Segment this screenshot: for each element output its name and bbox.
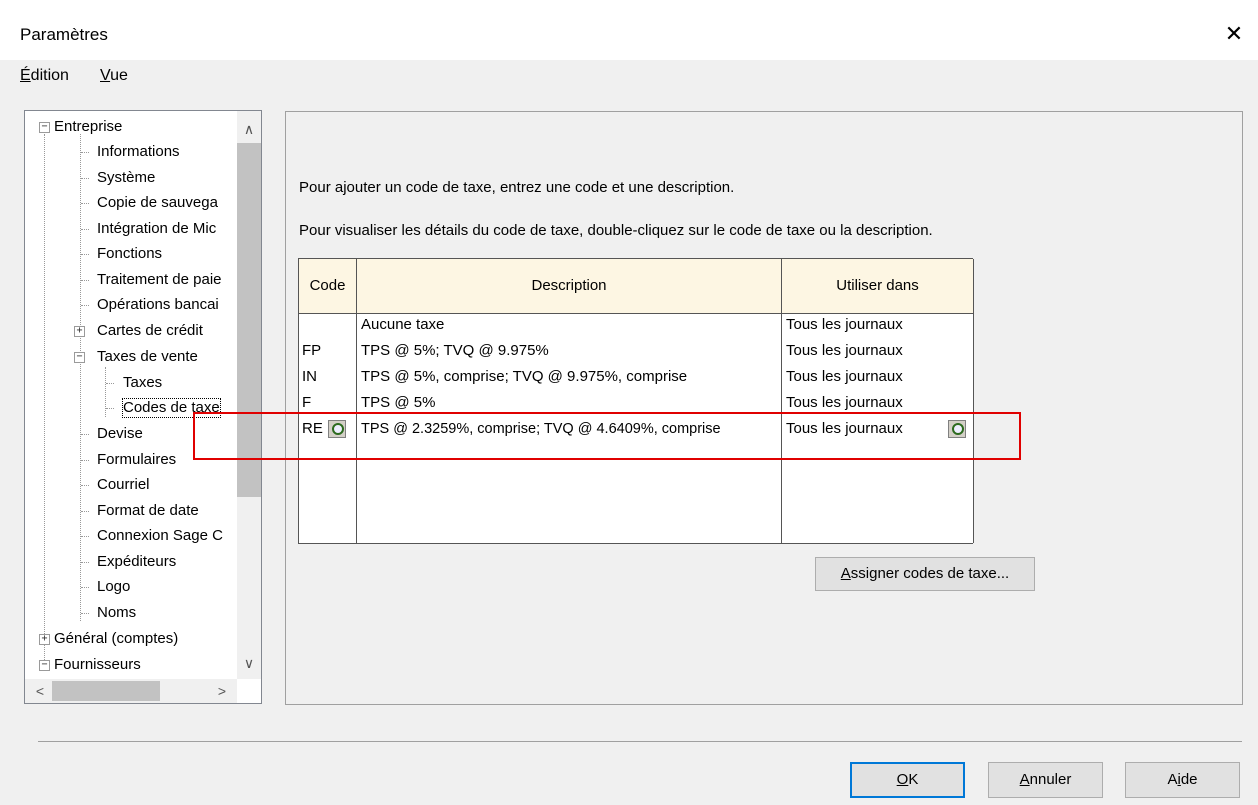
row-1-description[interactable]: Aucune taxe	[361, 312, 444, 338]
footer-separator	[38, 741, 1242, 742]
tree-item-informations[interactable]: Informations	[97, 143, 180, 161]
tree-item-formulaires[interactable]: Formulaires	[97, 451, 176, 469]
menu-edition[interactable]: Édition	[20, 67, 69, 85]
tree-item-taxes-vente[interactable]: Taxes de vente	[97, 348, 198, 366]
header-description[interactable]: Description	[357, 259, 781, 314]
info-add-tax-code: Pour ajouter un code de taxe, entrez une…	[299, 179, 735, 196]
collapse-icon[interactable]: −	[74, 352, 85, 363]
tree-item-expediteurs[interactable]: Expéditeurs	[97, 553, 176, 571]
tree-item-fonctions[interactable]: Fonctions	[97, 245, 162, 263]
menu-bar	[0, 60, 1258, 98]
header-code[interactable]: Code	[299, 259, 356, 314]
expand-icon[interactable]: +	[74, 326, 85, 337]
tree-item-general-comptes[interactable]: Général (comptes)	[54, 630, 178, 648]
tree-item-noms[interactable]: Noms	[97, 604, 136, 622]
collapse-icon[interactable]: −	[39, 660, 50, 671]
assign-tax-codes-button[interactable]: Assigner codes de taxe...	[815, 557, 1035, 591]
scroll-left-icon[interactable]: <	[28, 679, 52, 703]
tree-item-format-date[interactable]: Format de date	[97, 502, 199, 520]
tree-item-copie-sauvegarde[interactable]: Copie de sauvega	[97, 194, 218, 212]
row-2-description[interactable]: TPS @ 5%; TVQ @ 9.975%	[361, 338, 549, 364]
menu-vue[interactable]: Vue	[100, 67, 128, 85]
ok-button[interactable]: OK	[850, 762, 965, 798]
settings-tree: − Entreprise Informations Système Copie …	[24, 110, 262, 704]
row-2-use[interactable]: Tous les journaux	[786, 338, 903, 364]
collapse-icon[interactable]: −	[39, 122, 50, 133]
row-3-code[interactable]: IN	[302, 364, 317, 390]
row-3-description[interactable]: TPS @ 5%, comprise; TVQ @ 9.975%, compri…	[361, 364, 687, 390]
close-icon[interactable]: ✕	[1222, 22, 1246, 46]
help-button[interactable]: Aide	[1125, 762, 1240, 798]
window-title: Paramètres	[20, 25, 108, 44]
highlight-annotation	[193, 412, 1021, 460]
tree-item-integration[interactable]: Intégration de Mic	[97, 220, 216, 238]
tree-item-traitement-paie[interactable]: Traitement de paie	[97, 271, 222, 289]
tree-item-operations-bancaires[interactable]: Opérations bancai	[97, 296, 219, 314]
cancel-button[interactable]: Annuler	[988, 762, 1103, 798]
info-view-tax-details: Pour visualiser les détails du code de t…	[299, 222, 933, 239]
tree-item-fournisseurs[interactable]: Fournisseurs	[54, 656, 141, 674]
tree-item-courriel[interactable]: Courriel	[97, 476, 150, 494]
header-use-in[interactable]: Utiliser dans	[782, 259, 973, 314]
row-2-code[interactable]: FP	[302, 338, 321, 364]
tree-item-systeme[interactable]: Système	[97, 169, 155, 187]
row-3-use[interactable]: Tous les journaux	[786, 364, 903, 390]
tree-item-devise[interactable]: Devise	[97, 425, 143, 443]
title-bar	[0, 0, 1258, 60]
scroll-right-icon[interactable]: >	[210, 679, 234, 703]
tree-item-taxes[interactable]: Taxes	[123, 374, 162, 392]
tree-item-entreprise[interactable]: Entreprise	[54, 118, 122, 136]
tree-item-connexion-sage[interactable]: Connexion Sage C	[97, 527, 223, 545]
tree-item-cartes-credit[interactable]: Cartes de crédit	[97, 322, 203, 340]
scroll-down-icon[interactable]: ∨	[237, 651, 261, 675]
tree-horizontal-scroll-thumb[interactable]	[52, 681, 160, 701]
tree-item-logo[interactable]: Logo	[97, 578, 130, 596]
row-1-use[interactable]: Tous les journaux	[786, 312, 903, 338]
expand-icon[interactable]: +	[39, 634, 50, 645]
scroll-up-icon[interactable]: ∧	[237, 117, 261, 141]
